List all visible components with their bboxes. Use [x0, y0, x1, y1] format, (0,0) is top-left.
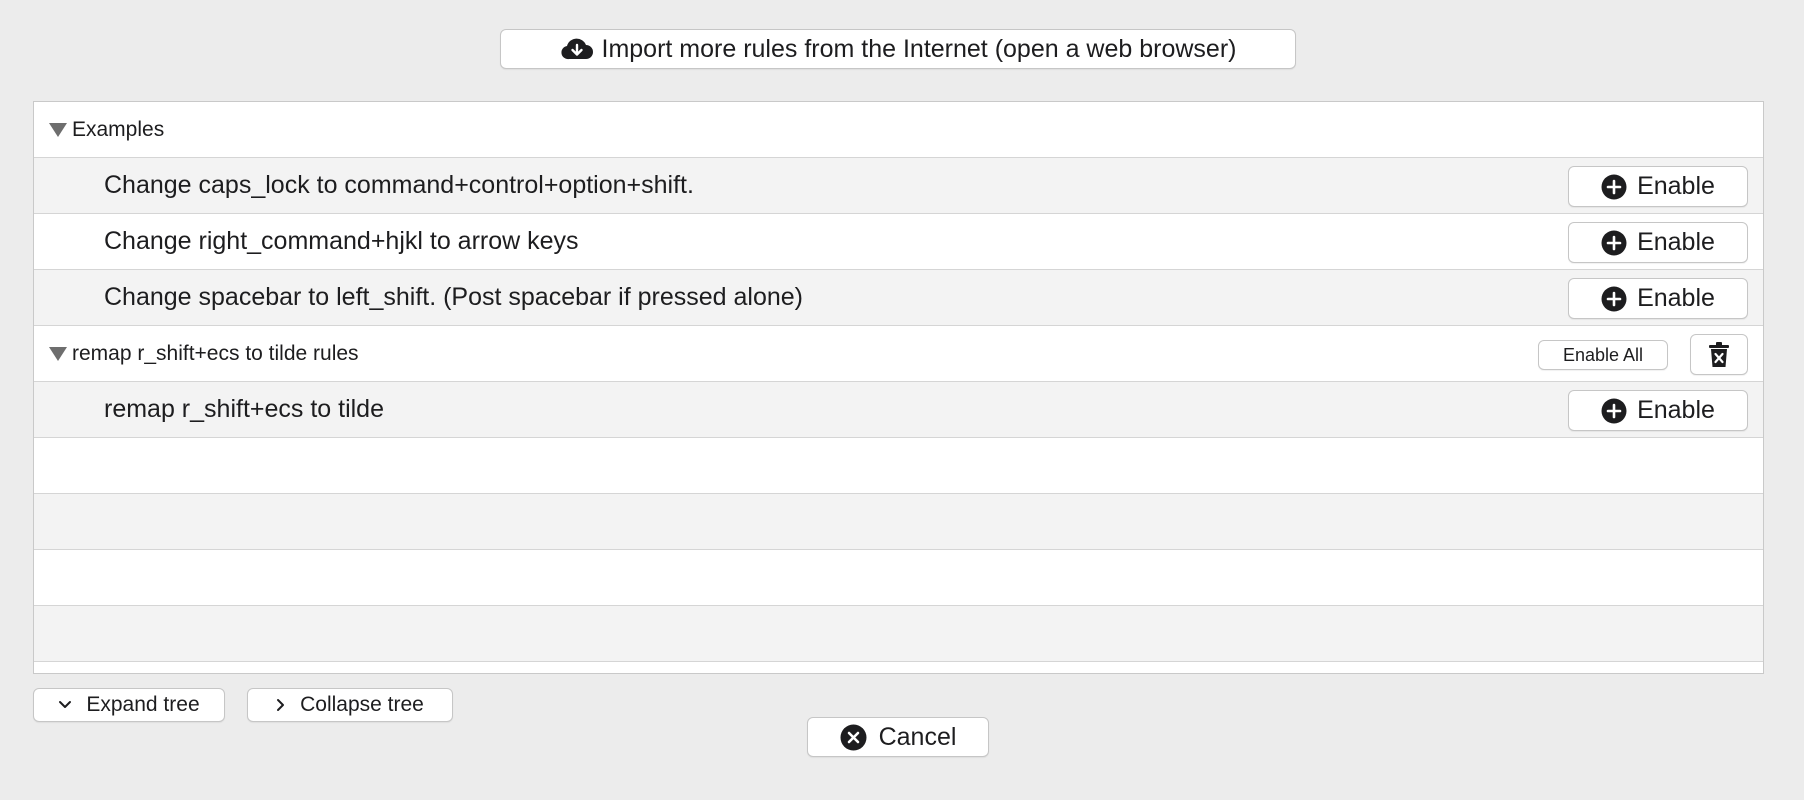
trash-icon — [1709, 341, 1729, 368]
enable-button[interactable]: Enable — [1568, 222, 1748, 263]
enable-button[interactable]: Enable — [1568, 166, 1748, 207]
rule-label: Change spacebar to left_shift. (Post spa… — [104, 283, 804, 311]
enable-button-label: Enable — [1637, 284, 1715, 312]
empty-row — [34, 494, 1763, 550]
rule-row: remap r_shift+ecs to tilde Enable — [34, 382, 1763, 438]
disclosure-triangle-icon[interactable] — [49, 347, 67, 361]
empty-row — [34, 550, 1763, 606]
chevron-down-icon — [58, 700, 72, 710]
plus-circle-icon — [1601, 398, 1627, 424]
expand-tree-button[interactable]: Expand tree — [33, 688, 225, 722]
group-title: remap r_shift+ecs to tilde rules — [72, 342, 359, 365]
delete-group-button[interactable] — [1690, 334, 1748, 375]
group-title: Examples — [72, 118, 165, 141]
rule-row: Change spacebar to left_shift. (Post spa… — [34, 270, 1763, 326]
cancel-button[interactable]: Cancel — [807, 717, 989, 757]
import-rules-button[interactable]: Import more rules from the Internet (ope… — [500, 29, 1296, 69]
empty-row — [34, 662, 1763, 673]
plus-circle-icon — [1601, 230, 1627, 256]
import-rules-label: Import more rules from the Internet (ope… — [601, 34, 1237, 63]
expand-tree-label: Expand tree — [86, 693, 200, 716]
cancel-label: Cancel — [878, 722, 957, 751]
enable-button-label: Enable — [1637, 228, 1715, 256]
enable-button-label: Enable — [1637, 172, 1715, 200]
plus-circle-icon — [1601, 174, 1627, 200]
rule-row: Change right_command+hjkl to arrow keys … — [34, 214, 1763, 270]
group-row-remap[interactable]: remap r_shift+ecs to tilde rules Enable … — [34, 326, 1763, 382]
enable-button[interactable]: Enable — [1568, 278, 1748, 319]
enable-button[interactable]: Enable — [1568, 390, 1748, 431]
empty-row — [34, 438, 1763, 494]
rule-label: remap r_shift+ecs to tilde — [104, 395, 384, 423]
rule-label: Change right_command+hjkl to arrow keys — [104, 227, 579, 255]
cloud-download-icon — [560, 37, 594, 61]
rule-row: Change caps_lock to command+control+opti… — [34, 158, 1763, 214]
plus-circle-icon — [1601, 286, 1627, 312]
enable-all-button[interactable]: Enable All — [1538, 340, 1668, 370]
chevron-right-icon — [276, 698, 286, 712]
rule-label: Change caps_lock to command+control+opti… — [104, 171, 694, 199]
group-row-examples[interactable]: Examples — [34, 102, 1763, 158]
rules-tree: Examples Change caps_lock to command+con… — [33, 101, 1764, 674]
enable-button-label: Enable — [1637, 396, 1715, 424]
collapse-tree-button[interactable]: Collapse tree — [247, 688, 453, 722]
close-circle-icon — [840, 724, 867, 751]
disclosure-triangle-icon[interactable] — [49, 123, 67, 137]
collapse-tree-label: Collapse tree — [300, 693, 424, 716]
empty-row — [34, 606, 1763, 662]
